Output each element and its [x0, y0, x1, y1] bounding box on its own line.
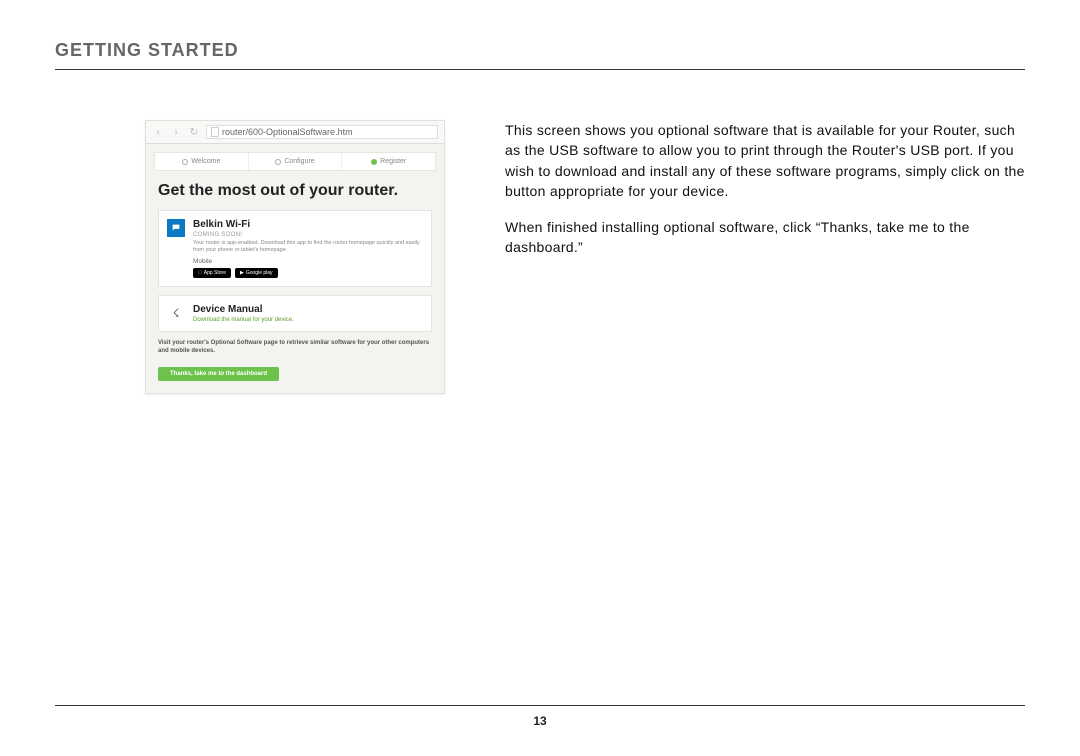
router-screenshot: ‹ › ↻ router/600-OptionalSoftware.htm We… [145, 120, 445, 394]
card-belkin-wifi: Belkin Wi-Fi COMING SOON! Your router is… [158, 210, 432, 287]
instruction-paragraph-1: This screen shows you optional software … [505, 120, 1025, 201]
screenshot-body: Get the most out of your router. Belkin … [146, 171, 444, 393]
browser-address-bar: ‹ › ↻ router/600-OptionalSoftware.htm [146, 121, 444, 144]
divider-top [55, 69, 1025, 70]
wifi-app-icon [167, 219, 185, 237]
page-icon [211, 127, 219, 137]
reload-icon: ↻ [188, 126, 200, 138]
tab-welcome: Welcome [155, 153, 249, 170]
radio-icon [275, 159, 281, 165]
page-number: 13 [0, 714, 1080, 728]
wizard-tabs: Welcome Configure Register [154, 152, 436, 171]
card-title: Device Manual [193, 304, 423, 315]
store-buttons:  App Store ▶ Google play [193, 268, 423, 278]
googleplay-label: Google play [246, 270, 273, 276]
screenshot-column: ‹ › ↻ router/600-OptionalSoftware.htm We… [55, 120, 455, 394]
mobile-label: Mobile [193, 258, 423, 265]
network-icon: ☇ [173, 306, 180, 320]
url-text: router/600-OptionalSoftware.htm [222, 127, 353, 137]
screenshot-heading: Get the most out of your router. [158, 181, 432, 200]
screenshot-footnote: Visit your router's Optional Software pa… [158, 340, 432, 356]
radio-icon [371, 159, 377, 165]
apple-icon:  [198, 270, 202, 276]
radio-icon [182, 159, 188, 165]
section-title: GETTING STARTED [55, 40, 1025, 61]
appstore-label: App Store [204, 270, 226, 276]
card-description: Your router is app-enabled. Download thi… [193, 240, 423, 254]
tab-register: Register [342, 153, 435, 170]
tab-configure: Configure [249, 153, 343, 170]
divider-bottom [55, 705, 1025, 706]
card-title: Belkin Wi-Fi [193, 219, 423, 230]
card-subtitle: COMING SOON! [193, 232, 423, 238]
forward-icon: › [170, 126, 182, 138]
instruction-column: This screen shows you optional software … [505, 120, 1025, 394]
instruction-paragraph-2: When finished installing optional softwa… [505, 217, 1025, 258]
dashboard-button: Thanks, take me to the dashboard [158, 367, 279, 381]
manual-icon: ☇ [167, 304, 185, 322]
chat-icon [171, 223, 181, 233]
card-content: Belkin Wi-Fi COMING SOON! Your router is… [193, 219, 423, 278]
url-field: router/600-OptionalSoftware.htm [206, 125, 438, 139]
back-icon: ‹ [152, 126, 164, 138]
appstore-button:  App Store [193, 268, 231, 278]
card-device-manual: ☇ Device Manual Download the manual for … [158, 295, 432, 332]
tab-label: Register [380, 158, 406, 165]
play-icon: ▶ [240, 270, 244, 276]
content-row: ‹ › ↻ router/600-OptionalSoftware.htm We… [55, 120, 1025, 394]
manual-download-link: Download the manual for your device. [193, 317, 423, 323]
tab-label: Welcome [191, 158, 220, 165]
googleplay-button: ▶ Google play [235, 268, 278, 278]
tab-label: Configure [284, 158, 314, 165]
card-content: Device Manual Download the manual for yo… [193, 304, 423, 323]
